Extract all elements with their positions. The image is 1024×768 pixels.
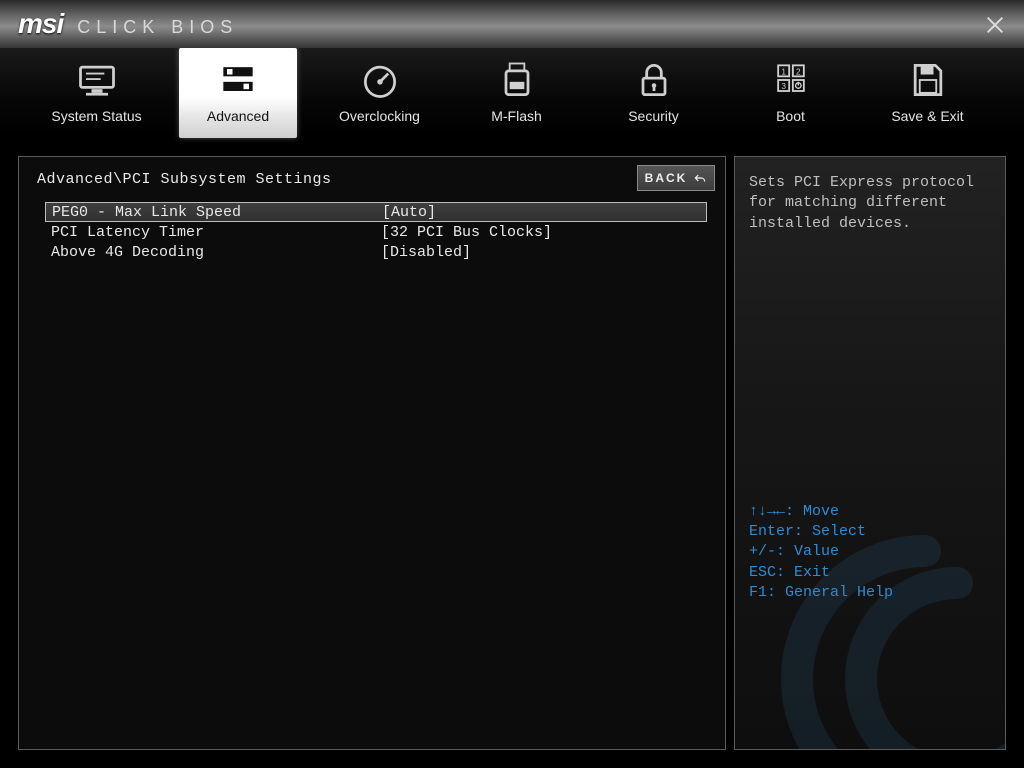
settings-panel: BACK Advanced\PCI Subsystem Settings PEG…: [18, 156, 726, 750]
setting-value: [Auto]: [382, 204, 436, 221]
setting-name: PEG0 - Max Link Speed: [52, 204, 382, 221]
tab-label: Overclocking: [339, 108, 420, 124]
svg-text:3: 3: [781, 82, 786, 91]
key-help-select: Enter: Select: [749, 522, 991, 542]
tab-m-flash[interactable]: M-Flash: [448, 48, 585, 138]
setting-row[interactable]: PCI Latency Timer [32 PCI Bus Clocks]: [45, 222, 707, 242]
tab-label: System Status: [51, 108, 141, 124]
key-help-block: ↑↓→←: Move Enter: Select +/-: Value ESC:…: [749, 502, 991, 603]
brand-logo: msi CLICK BIOS: [18, 8, 238, 40]
tab-label: M-Flash: [491, 108, 542, 124]
floppy-disk-icon: [906, 58, 950, 102]
tab-label: Save & Exit: [891, 108, 963, 124]
body-area: BACK Advanced\PCI Subsystem Settings PEG…: [0, 138, 1024, 768]
tab-advanced[interactable]: Advanced: [179, 48, 297, 138]
back-button[interactable]: BACK: [637, 165, 715, 191]
key-help-value: +/-: Value: [749, 542, 991, 562]
close-button[interactable]: [984, 14, 1006, 36]
boot-order-icon: 1 2 3: [769, 58, 813, 102]
setting-row[interactable]: PEG0 - Max Link Speed [Auto]: [45, 202, 707, 222]
key-help-f1: F1: General Help: [749, 583, 991, 603]
tab-boot[interactable]: 1 2 3 Boot: [722, 48, 859, 138]
brand-title: CLICK BIOS: [77, 17, 238, 38]
tab-system-status[interactable]: System Status: [28, 48, 165, 138]
breadcrumb: Advanced\PCI Subsystem Settings: [37, 171, 707, 188]
usb-bios-icon: [495, 58, 539, 102]
undo-arrow-icon: [693, 171, 707, 185]
tab-security[interactable]: Security: [585, 48, 722, 138]
lock-icon: [632, 58, 676, 102]
tab-overclocking[interactable]: Overclocking: [311, 48, 448, 138]
setting-name: Above 4G Decoding: [51, 244, 381, 261]
close-icon: [984, 14, 1006, 36]
header-bar: msi CLICK BIOS: [0, 0, 1024, 48]
key-help-exit: ESC: Exit: [749, 563, 991, 583]
gauge-icon: [358, 58, 402, 102]
setting-value: [32 PCI Bus Clocks]: [381, 224, 552, 241]
svg-text:1: 1: [781, 68, 786, 77]
help-panel: Sets PCI Express protocol for matching d…: [734, 156, 1006, 750]
setting-value: [Disabled]: [381, 244, 471, 261]
tab-label: Security: [628, 108, 679, 124]
tab-label: Boot: [776, 108, 805, 124]
tab-strip: System Status Advanced Overclocking M-Fl…: [0, 48, 1024, 138]
setting-row[interactable]: Above 4G Decoding [Disabled]: [45, 242, 707, 262]
back-button-label: BACK: [645, 171, 688, 185]
sliders-icon: [216, 58, 260, 102]
tab-label: Advanced: [207, 108, 269, 124]
help-text: Sets PCI Express protocol for matching d…: [749, 173, 991, 234]
key-help-move: ↑↓→←: Move: [749, 502, 991, 522]
setting-name: PCI Latency Timer: [51, 224, 381, 241]
svg-text:2: 2: [796, 68, 801, 77]
tab-save-exit[interactable]: Save & Exit: [859, 48, 996, 138]
settings-list: PEG0 - Max Link Speed [Auto] PCI Latency…: [37, 202, 707, 262]
brand-msi: msi: [18, 8, 63, 40]
monitor-icon: [75, 58, 119, 102]
